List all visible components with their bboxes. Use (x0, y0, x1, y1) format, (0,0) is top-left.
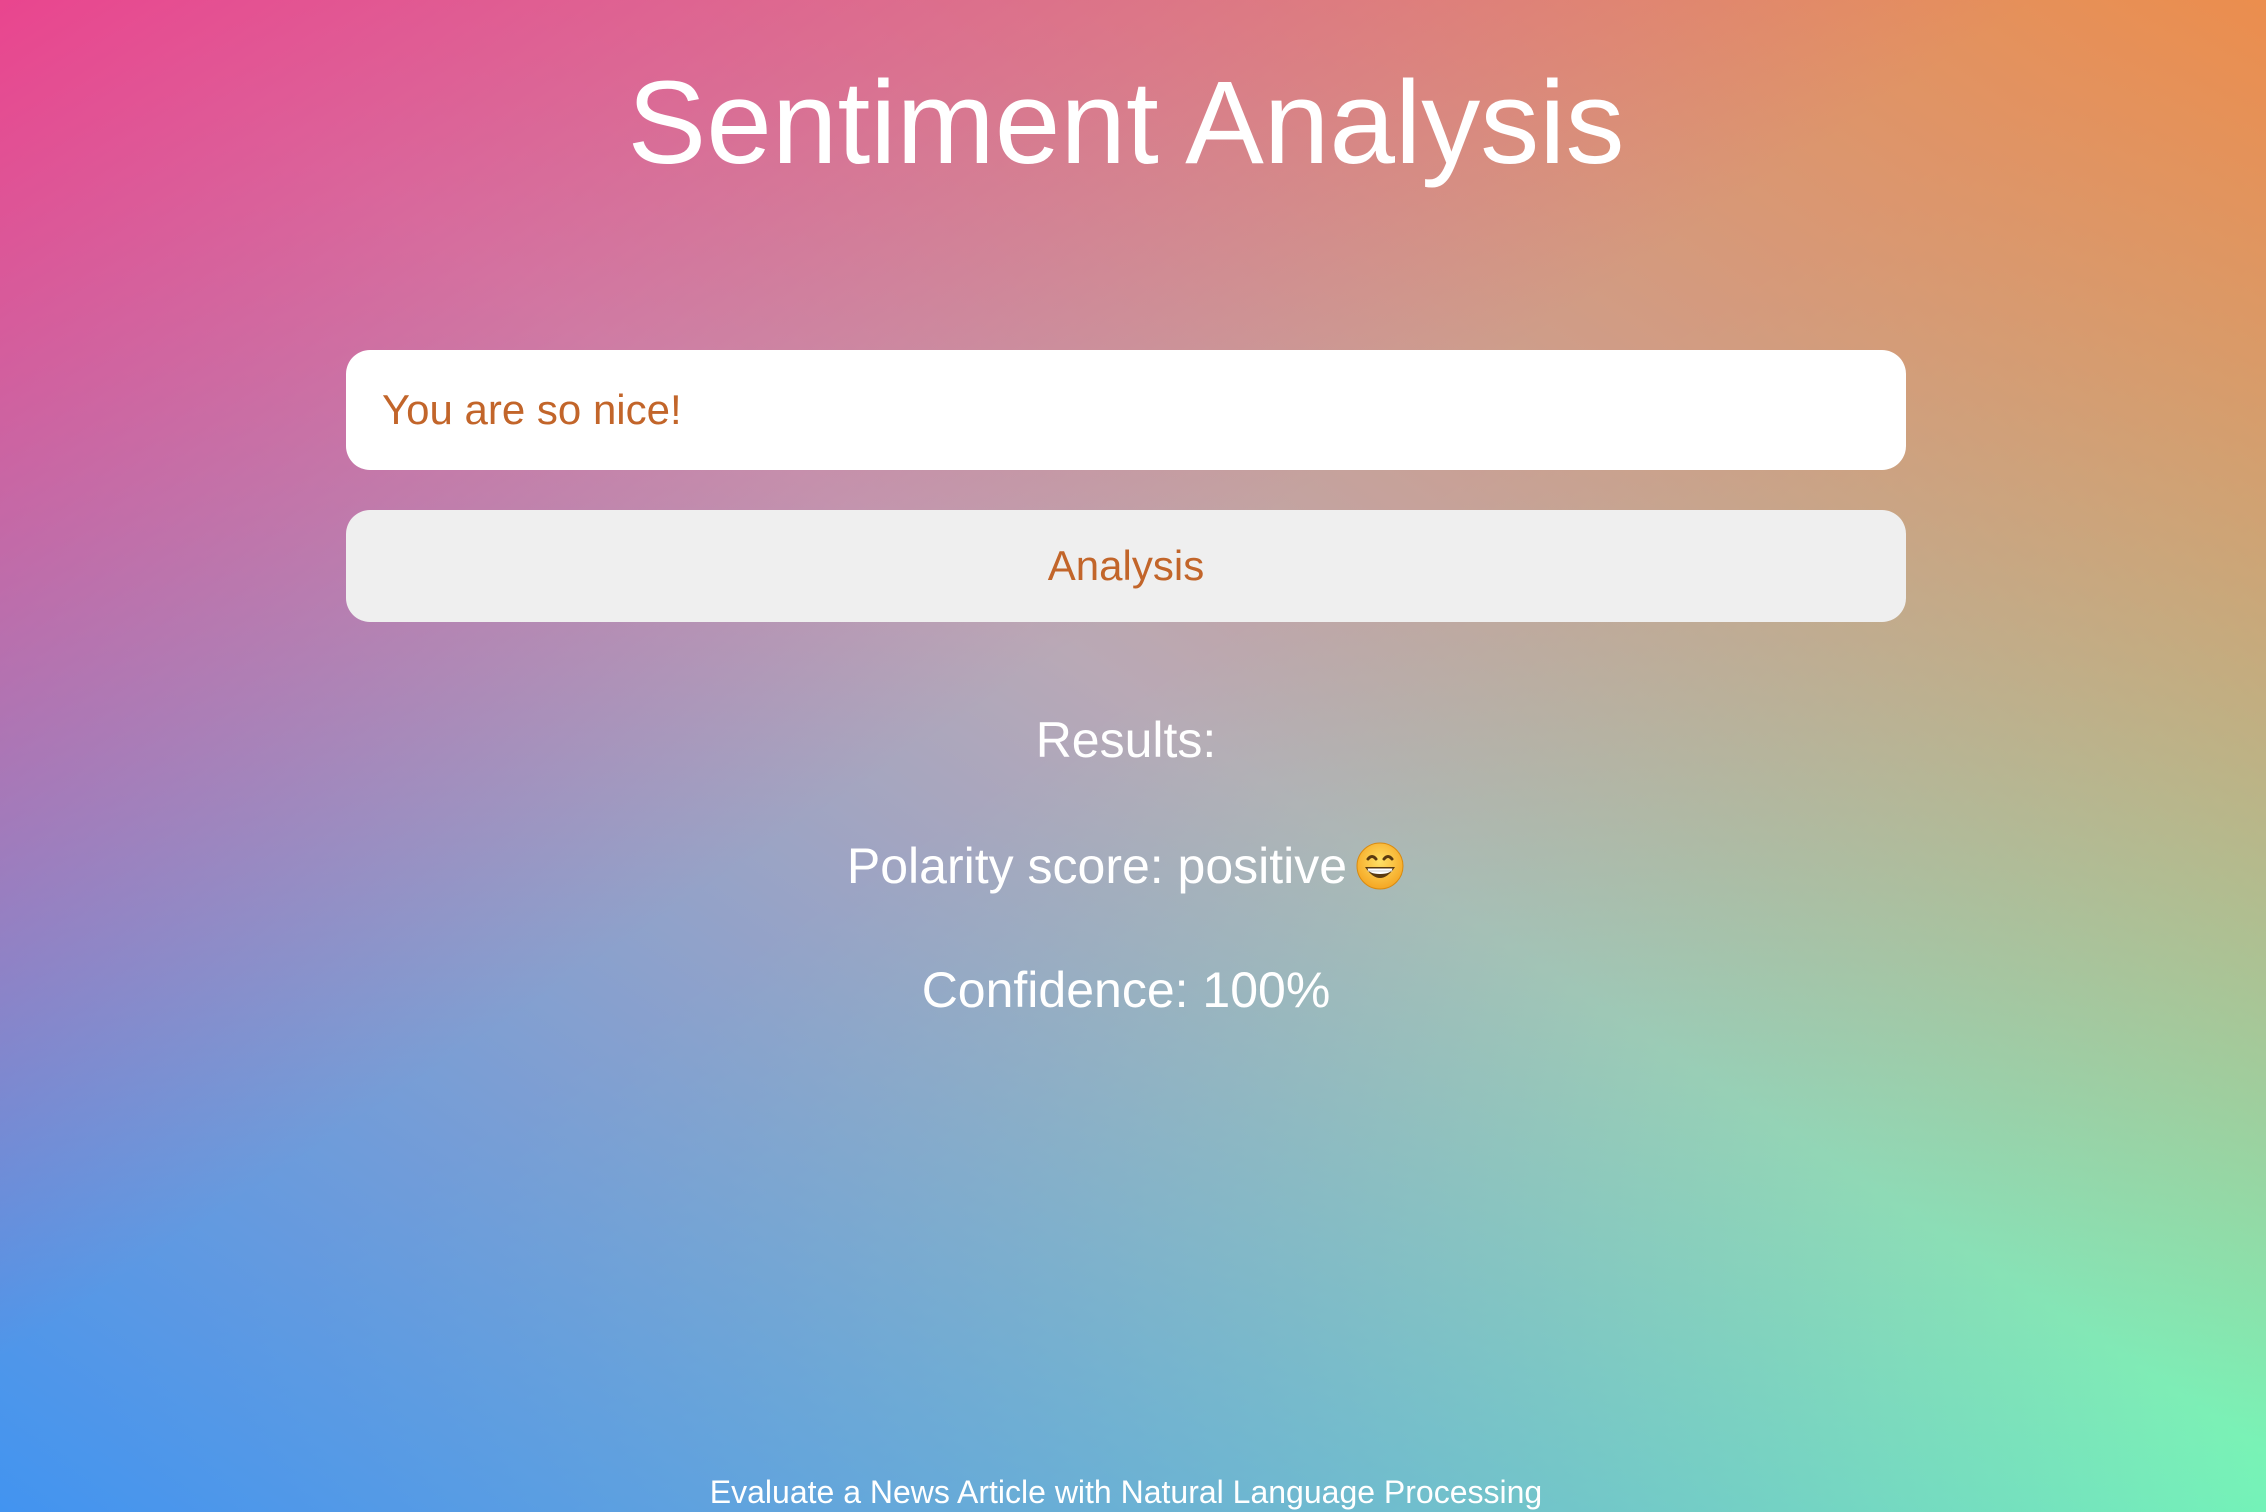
footer-text: Evaluate a News Article with Natural Lan… (709, 1474, 1543, 1510)
analysis-button[interactable]: Analysis (346, 510, 1906, 622)
polarity-score-line: Polarity score: positive (0, 836, 2252, 896)
confidence-line: Confidence: 100% (921, 962, 1331, 1018)
sentiment-text-input[interactable] (346, 350, 1906, 470)
polarity-score-text: Polarity score: positive (846, 838, 1348, 894)
results-heading: Results: (1035, 712, 1217, 768)
grinning-face-emoji-icon (1356, 842, 1404, 890)
page-title: Sentiment Analysis (627, 57, 1625, 189)
